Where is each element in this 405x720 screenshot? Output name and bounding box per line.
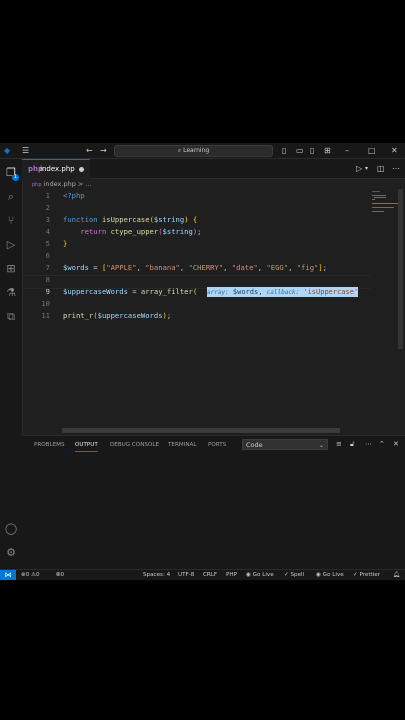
tab-debug-console[interactable]: DEBUG CONSOLE <box>110 442 159 448</box>
line-number: 5 <box>45 239 50 248</box>
vscode-logo-icon: ◆ <box>4 146 11 155</box>
line-number: 11 <box>41 311 50 320</box>
code-line: $words = ["APPLE", "banana", "CHERRY", "… <box>63 263 328 272</box>
vertical-scrollbar[interactable] <box>398 189 403 349</box>
code-line: return ctype_upper($string); <box>80 227 202 236</box>
code-line: function isUppercase($string) { <box>63 215 198 224</box>
more-actions-icon[interactable]: ⋯ <box>365 440 372 448</box>
more-actions-icon[interactable]: ⋯ <box>392 164 400 173</box>
title-bar: ◆ ☰ ← → ⌕ Learning ▯ ▭ ▯ ⊞ – □ ✕ <box>0 143 405 159</box>
chevron-down-icon[interactable]: ▾ <box>365 165 368 172</box>
activity-bar: ❐ 1 ⌕ ⑂ ▷ ⊞ ⚗ ⧉ ◯ ⚙ <box>0 159 23 569</box>
maximize-panel-icon[interactable]: ⌃ <box>379 440 385 448</box>
line-number: 1 <box>45 191 50 200</box>
ports-status[interactable]: ⦾0 <box>56 570 64 580</box>
extensions-icon[interactable]: ⊞ <box>3 261 19 277</box>
select-value: Code <box>246 441 263 449</box>
toggle-secondary-sidebar-icon[interactable]: ▯ <box>310 146 314 155</box>
account-icon[interactable]: ◯ <box>3 521 19 537</box>
python-icon[interactable]: ⧉ <box>3 309 19 325</box>
vscode-window: ◆ ☰ ← → ⌕ Learning ▯ ▭ ▯ ⊞ – □ ✕ ❐ 1 ⌕ ⑂ … <box>0 143 405 580</box>
eol-status[interactable]: CRLF <box>203 570 217 580</box>
inlay-parameter-hint: array: $words, callback: 'isUppercase' <box>207 287 359 297</box>
arrow-left-icon[interactable]: ← <box>86 146 93 155</box>
search-label: Learning <box>183 147 210 154</box>
hamburger-icon[interactable]: ☰ <box>22 146 29 155</box>
encoding-status[interactable]: UTF-8 <box>178 570 194 580</box>
line-number: 4 <box>45 227 50 236</box>
broadcast-icon: ◉ <box>316 572 321 578</box>
testing-icon[interactable]: ⚗ <box>3 285 19 301</box>
output-channel-select[interactable]: Code ⌄ <box>242 439 328 450</box>
filter-list-icon[interactable]: ≡ <box>336 440 342 448</box>
status-bar: ⋈ ⊗0 ⚠0 ⦾0 Spaces: 4 UTF-8 CRLF PHP ◉ Go… <box>0 569 405 580</box>
line-number: 8 <box>45 275 50 284</box>
line-number: 10 <box>41 299 50 308</box>
go-live-status[interactable]: ◉ Go Live <box>246 570 274 580</box>
php-file-icon: php <box>32 182 42 188</box>
go-live-status-2[interactable]: ◉ Go Live <box>316 570 344 580</box>
line-number-current: 9 <box>45 287 50 296</box>
command-center-search[interactable]: ⌕ Learning <box>114 145 273 157</box>
broadcast-icon: ◉ <box>246 572 251 578</box>
language-status[interactable]: PHP <box>226 570 237 580</box>
code-line: print_r($uppercaseWords); <box>63 311 172 320</box>
chevron-down-icon: ⌄ <box>318 442 324 449</box>
tab-problems[interactable]: PROBLEMS <box>34 442 65 448</box>
tab-ports[interactable]: PORTS <box>208 442 226 448</box>
line-number: 2 <box>45 203 50 212</box>
problems-status[interactable]: ⊗0 ⚠0 <box>21 570 40 580</box>
line-number: 6 <box>45 251 50 260</box>
horizontal-scrollbar[interactable] <box>62 428 340 433</box>
breadcrumb-sep: > ... <box>77 180 92 188</box>
tab-label: index.php <box>40 165 75 173</box>
arrow-right-icon[interactable]: → <box>100 146 107 155</box>
bottom-panel: PROBLEMS OUTPUT DEBUG CONSOLE TERMINAL P… <box>22 435 405 570</box>
prettier-status[interactable]: ✓ Prettier <box>353 570 380 580</box>
tab-output[interactable]: OUTPUT <box>75 442 98 452</box>
maximize-icon[interactable]: □ <box>368 146 376 155</box>
search-icon[interactable]: ⌕ <box>3 189 19 205</box>
breadcrumb[interactable]: php index.php > ... <box>32 180 92 188</box>
unsaved-dot-icon[interactable] <box>79 167 84 172</box>
explorer-badge: 1 <box>12 174 19 181</box>
spell-status[interactable]: ✓ Spell <box>284 570 304 580</box>
explorer-icon[interactable]: ❐ 1 <box>3 165 19 181</box>
tab-terminal[interactable]: TERMINAL <box>168 442 196 448</box>
settings-icon[interactable]: ⚙ <box>3 545 19 561</box>
close-icon[interactable]: ✕ <box>391 146 398 155</box>
customize-layout-icon[interactable]: ⊞ <box>324 146 331 155</box>
remote-indicator-icon[interactable]: ⋈ <box>0 570 16 580</box>
toggle-sidebar-icon[interactable]: ▯ <box>282 146 286 155</box>
line-number: 7 <box>45 263 50 272</box>
toggle-panel-icon[interactable]: ▭ <box>296 146 304 155</box>
code-editor[interactable]: 1 2 3 4 5 6 7 8 9 10 11 <?php function i… <box>22 189 370 429</box>
run-icon[interactable]: ▷ <box>356 164 362 173</box>
indentation-status[interactable]: Spaces: 4 <box>143 570 170 580</box>
code-line: $uppercaseWords = array_filter( <box>63 287 198 296</box>
run-debug-icon[interactable]: ▷ <box>3 237 19 253</box>
code-line: <?php <box>63 191 85 200</box>
tab-index-php[interactable]: php index.php <box>22 159 90 179</box>
code-line: } <box>63 239 68 248</box>
line-number: 3 <box>45 215 50 224</box>
split-editor-icon[interactable]: ◫ <box>377 164 385 173</box>
close-panel-icon[interactable]: ✕ <box>393 440 399 448</box>
minimize-icon[interactable]: – <box>345 146 349 155</box>
source-control-icon[interactable]: ⑂ <box>3 213 19 229</box>
lock-icon[interactable]: 🔓︎ <box>350 440 355 449</box>
breadcrumb-file[interactable]: index.php <box>44 180 76 188</box>
check-icon: ✓ <box>284 572 289 578</box>
notifications-bell-icon[interactable]: 🔔︎ <box>393 570 400 580</box>
double-check-icon: ✓ <box>353 572 358 578</box>
editor-tab-bar: php index.php ▷ ▾ ◫ ⋯ <box>22 159 405 179</box>
